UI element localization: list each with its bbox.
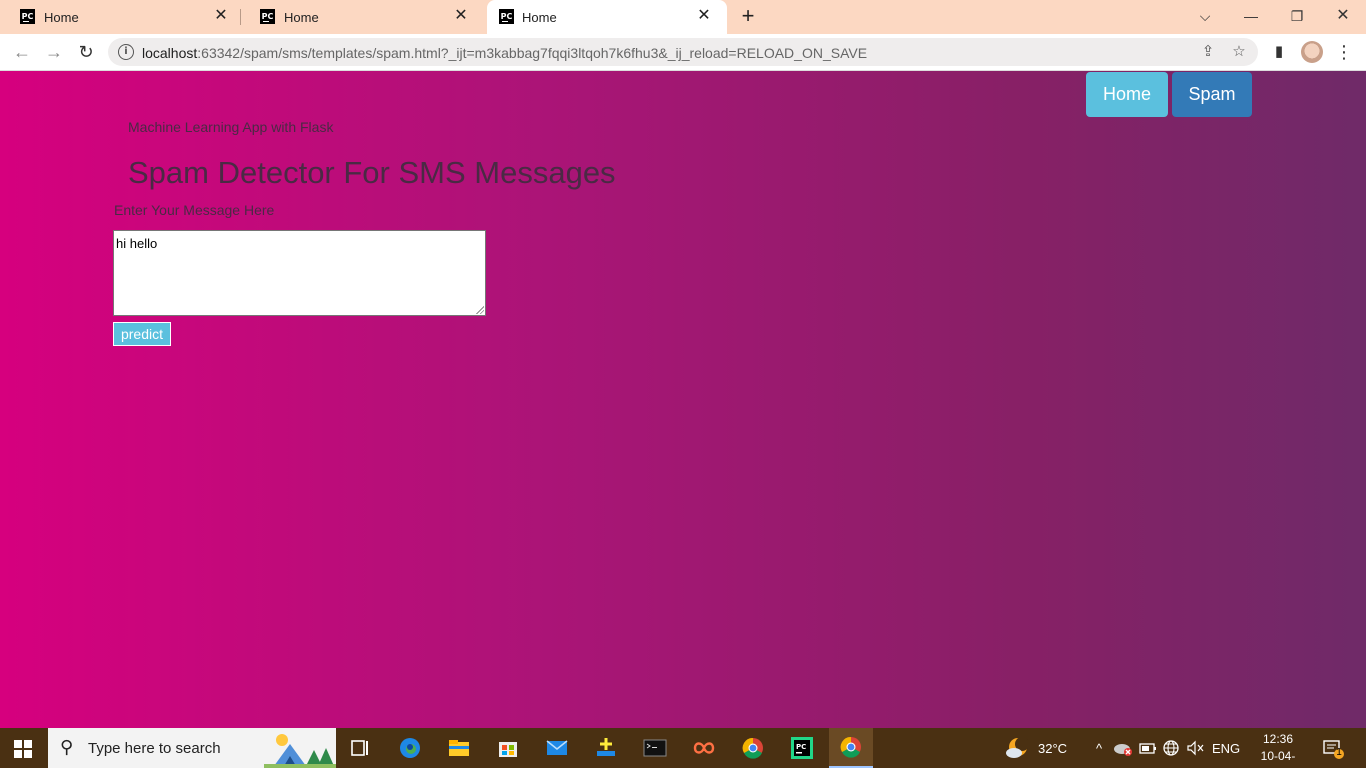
close-window-button[interactable]: ✕ xyxy=(1331,4,1355,28)
hidden-icons-chevron-icon[interactable]: ^ xyxy=(1090,728,1108,768)
forward-button[interactable]: → xyxy=(42,40,66,64)
windows-taskbar: ⚲ Type here to search PC 32°C ^ ENG 12:3… xyxy=(0,728,1366,768)
pycharm-icon: PC xyxy=(791,737,813,759)
volume-muted-icon[interactable] xyxy=(1186,728,1204,768)
browser-tab-active[interactable]: PC Home ✕ xyxy=(487,0,727,34)
url-host: localhost xyxy=(142,45,198,61)
message-text: hi hello xyxy=(116,236,158,251)
browser-tab-strip: PC Home ✕ PC Home ✕ PC Home ✕ + ⌵ — ❐ ✕ xyxy=(0,0,1366,34)
browser-tab[interactable]: PC Home ✕ xyxy=(240,0,480,34)
pycharm-favicon-icon: PC xyxy=(499,9,514,24)
weather-widget[interactable]: 32°C xyxy=(1004,728,1067,768)
infinity-app-icon xyxy=(693,742,715,754)
windows-start-icon[interactable] xyxy=(14,740,32,758)
game-icon xyxy=(597,738,615,756)
restore-button[interactable]: ❐ xyxy=(1285,4,1309,28)
chrome-icon xyxy=(840,736,861,758)
address-bar[interactable]: i localhost:63342/spam/sms/templates/spa… xyxy=(108,38,1258,66)
back-button[interactable]: ← xyxy=(10,40,34,64)
search-highlight-camping-icon xyxy=(264,734,336,768)
reload-button[interactable]: ↻ xyxy=(74,40,98,64)
minimize-button[interactable]: — xyxy=(1239,4,1263,28)
search-icon: ⚲ xyxy=(60,737,74,757)
app-subtitle: Machine Learning App with Flask xyxy=(128,119,334,135)
notification-center-icon[interactable]: 1 xyxy=(1322,738,1344,759)
taskbar-search[interactable]: ⚲ Type here to search xyxy=(48,728,336,768)
pycharm-taskbar-button[interactable]: PC xyxy=(780,728,824,768)
url-path: :63342/spam/sms/templates/spam.html?_ijt… xyxy=(197,45,868,61)
folder-icon xyxy=(449,740,469,756)
tab-title: Home xyxy=(284,10,319,25)
store-taskbar-button[interactable] xyxy=(486,728,530,768)
weather-moon-cloud-icon xyxy=(1006,737,1029,758)
share-icon[interactable]: ⇪ xyxy=(1198,42,1218,62)
pycharm-favicon-icon: PC xyxy=(20,9,35,24)
message-textarea[interactable]: hi hello xyxy=(113,230,486,316)
edge-taskbar-button[interactable] xyxy=(388,728,432,768)
notification-count: 1 xyxy=(1336,747,1342,758)
message-label: Enter Your Message Here xyxy=(114,202,275,218)
file-explorer-taskbar-button[interactable] xyxy=(437,728,481,768)
chrome-active-taskbar-button[interactable] xyxy=(829,728,873,768)
infinity-taskbar-button[interactable] xyxy=(682,728,726,768)
close-tab-icon[interactable]: ✕ xyxy=(212,7,230,25)
browser-toolbar: ← → ↻ i localhost:63342/spam/sms/templat… xyxy=(0,34,1366,71)
profile-avatar[interactable] xyxy=(1301,41,1323,63)
nav-home-button[interactable]: Home xyxy=(1086,72,1168,117)
tab-search-chevron-icon[interactable]: ⌵ xyxy=(1193,4,1217,28)
close-tab-icon[interactable]: ✕ xyxy=(695,7,713,25)
language-indicator[interactable]: ENG xyxy=(1212,728,1240,768)
task-view-button[interactable] xyxy=(338,728,382,768)
page-title: Spam Detector For SMS Messages xyxy=(128,155,616,190)
browser-tab[interactable]: PC Home ✕ xyxy=(0,0,240,34)
mail-icon xyxy=(546,740,568,755)
task-view-icon xyxy=(351,740,368,756)
chrome-icon xyxy=(742,737,763,759)
network-globe-icon[interactable] xyxy=(1162,728,1180,768)
close-tab-icon[interactable]: ✕ xyxy=(452,7,470,25)
chrome-taskbar-button[interactable] xyxy=(731,728,775,768)
site-info-icon[interactable]: i xyxy=(118,44,134,60)
clock-time: 12:36 xyxy=(1262,732,1294,746)
taskbar-clock[interactable]: 12:36 10-04-2023 xyxy=(1254,731,1302,768)
nav-spam-button[interactable]: Spam xyxy=(1172,72,1252,117)
mail-taskbar-button[interactable] xyxy=(535,728,579,768)
microsoft-store-icon xyxy=(499,742,517,757)
search-placeholder: Type here to search xyxy=(88,740,221,757)
edge-icon xyxy=(400,738,420,758)
predict-button[interactable]: predict xyxy=(113,322,171,346)
terminal-taskbar-button[interactable] xyxy=(633,728,677,768)
terminal-icon xyxy=(643,739,667,757)
onedrive-icon[interactable] xyxy=(1113,728,1133,768)
tab-title: Home xyxy=(522,10,557,25)
resize-handle-icon[interactable] xyxy=(475,305,484,314)
new-tab-button[interactable]: + xyxy=(737,5,759,28)
game-taskbar-button[interactable] xyxy=(584,728,628,768)
side-panel-icon[interactable]: ▮ xyxy=(1269,42,1289,62)
svg-text:PC: PC xyxy=(796,743,806,751)
browser-menu-icon[interactable]: ⋮ xyxy=(1334,42,1354,62)
clock-date: 10-04-2023 xyxy=(1260,749,1296,768)
pycharm-favicon-icon: PC xyxy=(260,9,275,24)
weather-temperature: 32°C xyxy=(1038,740,1068,756)
tab-title: Home xyxy=(44,10,79,25)
url-text[interactable]: localhost:63342/spam/sms/templates/spam.… xyxy=(142,45,867,61)
page-viewport: Home Spam Machine Learning App with Flas… xyxy=(0,71,1366,728)
bookmark-star-icon[interactable]: ☆ xyxy=(1229,42,1249,62)
battery-icon[interactable] xyxy=(1139,728,1157,768)
